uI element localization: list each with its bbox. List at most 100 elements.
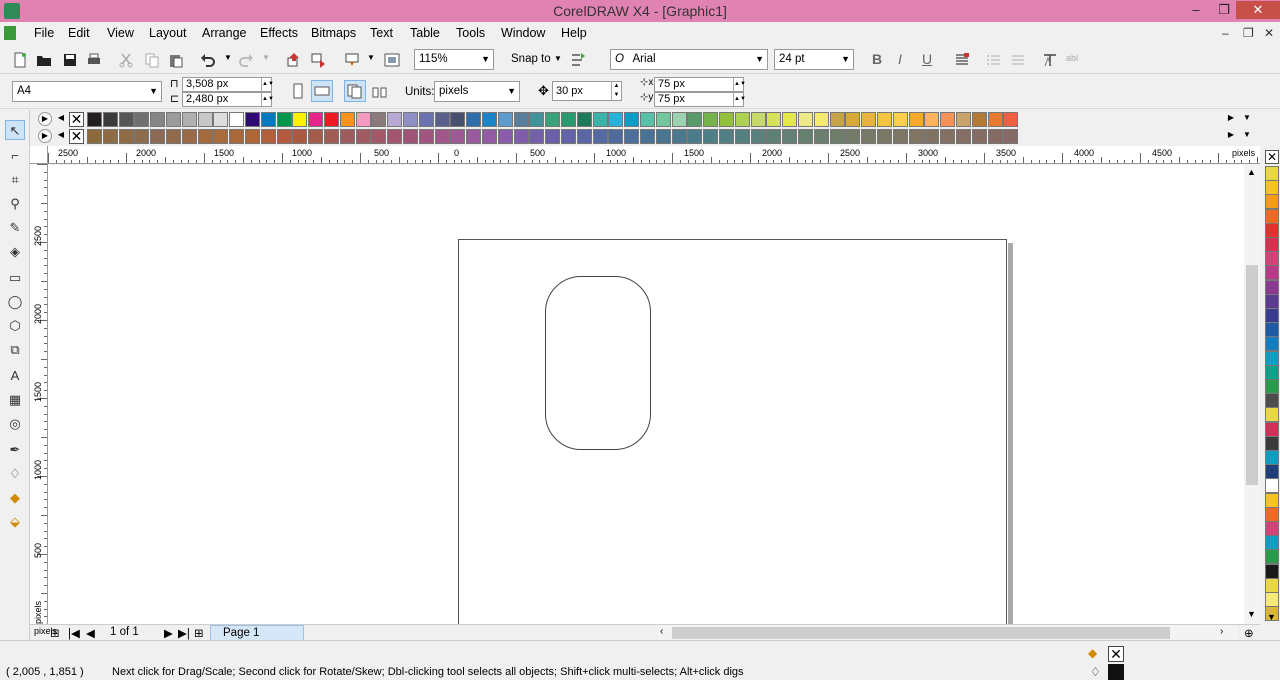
- menu-bitmaps[interactable]: Bitmaps: [311, 26, 356, 40]
- insert-page-before-icon[interactable]: ⊞: [50, 626, 60, 640]
- font-name-select[interactable]: O Arial ▼: [610, 49, 768, 70]
- color-swatch[interactable]: [118, 112, 134, 127]
- color-swatch[interactable]: [592, 112, 608, 127]
- print-icon[interactable]: [86, 52, 102, 68]
- color-swatch[interactable]: [403, 129, 418, 144]
- color-swatch[interactable]: [450, 112, 466, 127]
- ruler-origin[interactable]: [30, 146, 48, 164]
- no-fill-swatch[interactable]: ✕: [69, 112, 84, 127]
- color-swatch[interactable]: [181, 129, 197, 144]
- fill-tool[interactable]: ◆: [5, 488, 25, 508]
- color-swatch[interactable]: [197, 129, 213, 144]
- no-fill-swatch[interactable]: ✕: [69, 129, 84, 144]
- color-swatch[interactable]: [798, 129, 813, 144]
- italic-icon[interactable]: I: [898, 51, 902, 67]
- color-swatch[interactable]: [1265, 563, 1279, 579]
- color-swatch[interactable]: [1003, 112, 1019, 127]
- menu-window[interactable]: Window: [501, 26, 545, 40]
- color-swatch[interactable]: [877, 112, 892, 127]
- color-swatch[interactable]: [971, 112, 987, 127]
- color-swatch[interactable]: [971, 129, 987, 144]
- color-swatch[interactable]: [1265, 379, 1279, 394]
- color-swatch[interactable]: [608, 112, 624, 127]
- snap-to-dropdown-icon[interactable]: ▼: [554, 54, 562, 63]
- rounded-rectangle-shape[interactable]: [545, 276, 651, 450]
- vertical-scroll-thumb[interactable]: [1246, 265, 1258, 485]
- scroll-left-icon[interactable]: ‹: [660, 626, 663, 637]
- color-swatch[interactable]: [782, 129, 798, 144]
- color-swatch[interactable]: [150, 112, 166, 127]
- color-swatch[interactable]: [229, 112, 245, 127]
- shape-tool[interactable]: ⌐: [5, 146, 25, 166]
- horizontal-scrollbar[interactable]: ‹ ›: [658, 625, 1238, 641]
- undo-dropdown-icon[interactable]: ▼: [224, 53, 232, 62]
- color-swatch[interactable]: [513, 112, 529, 127]
- color-swatch[interactable]: [1265, 350, 1279, 366]
- color-swatch[interactable]: [561, 129, 576, 144]
- color-swatch[interactable]: [892, 112, 908, 127]
- color-swatch[interactable]: [1265, 293, 1279, 309]
- color-swatch[interactable]: [545, 112, 561, 127]
- color-swatch[interactable]: [671, 112, 687, 127]
- restore-button[interactable]: ❐: [1210, 1, 1238, 19]
- color-swatch[interactable]: [324, 129, 339, 144]
- color-swatch[interactable]: [513, 129, 529, 144]
- color-swatch[interactable]: [324, 112, 339, 127]
- color-swatch[interactable]: [924, 112, 940, 127]
- color-swatch[interactable]: [1265, 194, 1279, 210]
- snap-to-button[interactable]: Snap to: [511, 53, 551, 65]
- menu-help[interactable]: Help: [561, 26, 587, 40]
- color-swatch[interactable]: [750, 129, 766, 144]
- color-swatch[interactable]: [956, 129, 971, 144]
- color-swatch[interactable]: [940, 129, 956, 144]
- vertical-ruler[interactable]: 2500 2000 1500 1000 500 pixels: [30, 164, 48, 624]
- interactive-tool[interactable]: ◎: [5, 414, 25, 434]
- page-height-input[interactable]: 2,480 px ▲▼: [182, 92, 274, 107]
- color-swatch[interactable]: [703, 112, 719, 127]
- mdi-close-button[interactable]: ✕: [1264, 26, 1274, 40]
- spinner-icon[interactable]: ▲▼: [733, 78, 746, 91]
- color-swatch[interactable]: [371, 112, 387, 127]
- color-swatch[interactable]: [150, 129, 166, 144]
- nudge-distance-input[interactable]: 30 px ▲ ▼: [552, 81, 622, 101]
- color-swatch[interactable]: [766, 129, 782, 144]
- scroll-right-icon[interactable]: ›: [1220, 626, 1223, 637]
- horizontal-ruler[interactable]: 2500 2000 1500 1000 500 0 500 1000 1500 …: [48, 146, 1260, 164]
- eyedropper-tool[interactable]: ✒: [5, 440, 25, 460]
- zoom-tool[interactable]: ⚲: [5, 194, 25, 214]
- color-swatch[interactable]: [687, 112, 703, 127]
- color-swatch[interactable]: [1265, 265, 1279, 281]
- palette-down-icon[interactable]: ▼: [1267, 612, 1276, 622]
- redo-icon[interactable]: [238, 52, 254, 68]
- current-page-icon[interactable]: [372, 84, 388, 100]
- color-swatch[interactable]: [482, 112, 497, 127]
- color-swatch[interactable]: [197, 112, 213, 127]
- color-swatch[interactable]: [134, 112, 150, 127]
- menu-effects[interactable]: Effects: [260, 26, 298, 40]
- color-swatch[interactable]: [813, 129, 829, 144]
- page-width-input[interactable]: 3,508 px ▲▼: [182, 77, 274, 92]
- color-swatch[interactable]: [387, 112, 403, 127]
- color-swatch[interactable]: [1265, 407, 1279, 423]
- units-select[interactable]: pixels ▼: [434, 81, 520, 102]
- color-swatch[interactable]: [624, 129, 640, 144]
- minimize-button[interactable]: –: [1182, 1, 1210, 19]
- color-swatch[interactable]: [703, 129, 719, 144]
- welcome-screen-icon[interactable]: [384, 52, 400, 68]
- menu-edit[interactable]: Edit: [68, 26, 90, 40]
- pick-tool[interactable]: ↖: [5, 120, 25, 140]
- options-icon[interactable]: [570, 52, 586, 68]
- menu-tools[interactable]: Tools: [456, 26, 485, 40]
- basic-shapes-tool[interactable]: ⧉: [5, 340, 25, 360]
- ellipse-tool[interactable]: ◯: [5, 292, 25, 312]
- color-swatch[interactable]: [339, 129, 355, 144]
- color-swatch[interactable]: [829, 112, 845, 127]
- next-page-icon[interactable]: ▶: [164, 626, 173, 640]
- menu-table[interactable]: Table: [410, 26, 440, 40]
- previous-page-icon[interactable]: ◀: [86, 626, 95, 640]
- mdi-restore-button[interactable]: ❐: [1243, 26, 1254, 40]
- color-swatch[interactable]: [1265, 506, 1279, 522]
- color-swatch[interactable]: [640, 112, 655, 127]
- color-swatch[interactable]: [576, 112, 592, 127]
- landscape-button[interactable]: [311, 80, 333, 102]
